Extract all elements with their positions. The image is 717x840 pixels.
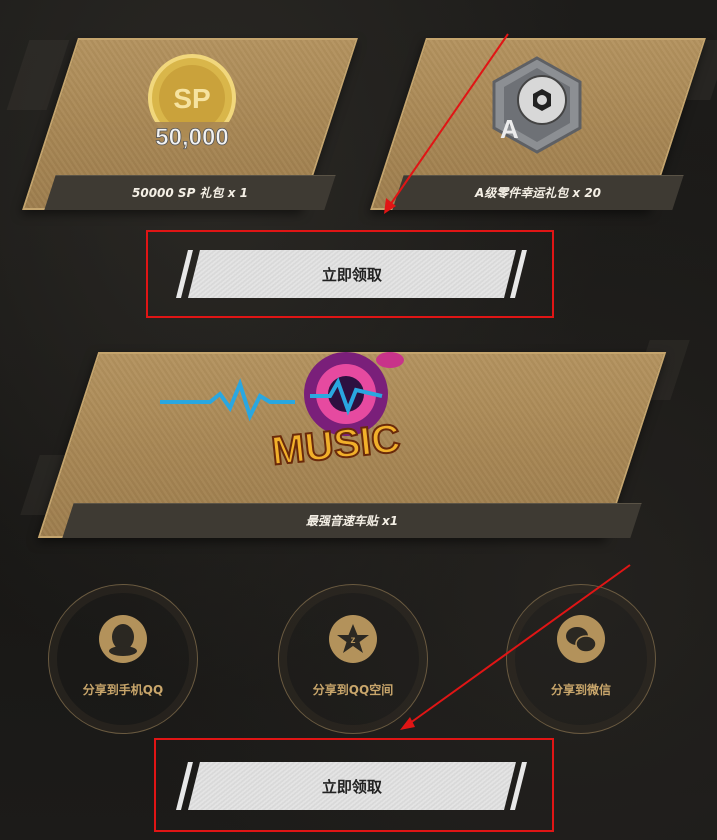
annotation-arrows [384, 33, 631, 730]
